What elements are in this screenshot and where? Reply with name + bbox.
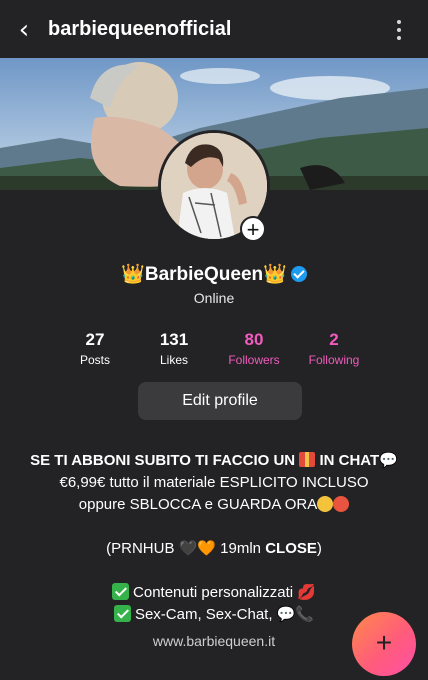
bio: SE TI ABBONI SUBITO TI FACCIO UN IN CHAT…: [0, 450, 428, 626]
bio-line3: oppure SBLOCCA e GUARDA ORA: [78, 496, 318, 513]
stat-followers-label: Followers: [228, 353, 280, 367]
phone-icon: 📞: [295, 606, 315, 623]
stat-following[interactable]: 2 Following: [297, 330, 371, 367]
create-post-button[interactable]: +: [352, 612, 416, 676]
stat-likes-label: Likes: [159, 353, 188, 367]
bio-line2: €6,99€ tutto il materiale ESPLICITO INCL…: [59, 474, 369, 491]
gift-icon: [299, 452, 316, 467]
avatar[interactable]: +: [158, 130, 270, 242]
bio-line4-d: ): [316, 540, 322, 557]
bio-line1-b: IN CHAT: [319, 452, 380, 469]
top-bar: ‹ barbiequeenofficial: [0, 0, 428, 58]
check-mark-icon: [113, 605, 131, 622]
black-heart-icon: 🖤: [178, 540, 198, 557]
stat-posts-value: 27: [85, 330, 105, 349]
orange-heart-icon: 🧡: [197, 540, 216, 557]
stat-followers-value: 80: [244, 330, 264, 349]
verified-badge-icon: [290, 266, 307, 282]
stat-following-label: Following: [308, 353, 360, 367]
smirk-emoji-icon: [317, 496, 334, 512]
speech-bubble-icon: 💬: [379, 452, 398, 469]
stat-following-value: 2: [329, 330, 339, 349]
bio-line4-b: 19mln: [220, 540, 262, 557]
display-name-text: 👑BarbieQueen👑: [121, 264, 287, 285]
back-arrow-icon[interactable]: ‹: [12, 16, 36, 44]
bio-line1-a: SE TI ABBONI SUBITO TI FACCIO UN: [30, 452, 296, 469]
edit-profile-button[interactable]: Edit profile: [138, 382, 302, 420]
bio-line4-c: CLOSE: [265, 540, 317, 557]
stat-posts-label: Posts: [79, 353, 110, 367]
add-story-button[interactable]: +: [240, 216, 266, 242]
display-name: 👑BarbieQueen👑: [0, 262, 428, 286]
kebab-menu-icon[interactable]: [396, 20, 402, 40]
bio-line6: Sex-Cam, Sex-Chat,: [134, 606, 273, 623]
stat-followers[interactable]: 80 Followers: [216, 330, 292, 367]
stat-likes[interactable]: 131 Likes: [139, 330, 209, 367]
speech-bubble-icon: 💬: [276, 606, 296, 623]
stat-posts[interactable]: 27 Posts: [60, 330, 130, 367]
online-status: Online: [193, 290, 235, 306]
stat-likes-value: 131: [159, 330, 189, 349]
bio-line4-a: (PRNHUB: [106, 540, 175, 557]
hot-face-emoji-icon: [333, 496, 350, 512]
bio-line5: Contenuti personalizzati: [133, 584, 294, 601]
kiss-lips-icon: 💋: [297, 584, 316, 601]
check-mark-icon: [112, 583, 130, 600]
page-title: barbiequeenofficial: [48, 18, 232, 40]
